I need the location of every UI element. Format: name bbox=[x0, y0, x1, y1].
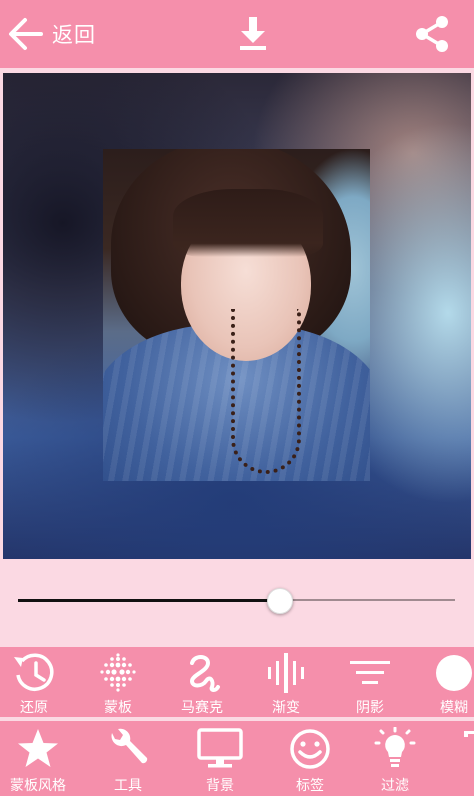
tool-restore[interactable]: 还原 bbox=[0, 647, 74, 717]
tool-mask-style[interactable]: 蒙板风格 bbox=[0, 721, 78, 796]
tool-filter[interactable]: 过滤 bbox=[355, 721, 435, 796]
tool-label: 标签 bbox=[296, 778, 324, 794]
back-label: 返回 bbox=[52, 23, 96, 47]
mask-dots-icon bbox=[100, 653, 136, 692]
back-button[interactable]: 返回 bbox=[6, 14, 96, 54]
tool-label: 蒙板风格 bbox=[10, 778, 66, 794]
tool-mosaic[interactable]: 马赛克 bbox=[162, 647, 242, 717]
tool-bar-secondary: 蒙板风格 工具 背景 标签 过滤 bbox=[0, 721, 474, 796]
partial-icon bbox=[464, 731, 474, 737]
slider-track[interactable] bbox=[18, 598, 455, 602]
slider-fill bbox=[18, 598, 281, 602]
restore-history-icon bbox=[14, 653, 54, 691]
download-icon[interactable] bbox=[234, 14, 272, 52]
arrow-left-icon bbox=[9, 18, 43, 50]
wrench-icon bbox=[111, 728, 148, 764]
tool-label: 还原 bbox=[20, 700, 48, 716]
tool-bar-primary: 还原 蒙板 马赛克 渐变 阴影 模糊 bbox=[0, 647, 474, 717]
slider-thumb[interactable] bbox=[267, 588, 294, 614]
tool-label: 过滤 bbox=[381, 778, 409, 794]
shadow-lines-icon bbox=[350, 661, 390, 684]
smiley-icon bbox=[290, 729, 330, 769]
tool-label: 蒙板 bbox=[104, 700, 132, 716]
tool-tools[interactable]: 工具 bbox=[88, 721, 168, 796]
header-divider bbox=[0, 68, 474, 72]
monitor-icon bbox=[197, 728, 243, 768]
photo-bangs bbox=[173, 189, 323, 257]
tool-label: 渐变 bbox=[272, 700, 300, 716]
tool-shadow[interactable]: 阴影 bbox=[330, 647, 410, 717]
tool-background[interactable]: 背景 bbox=[180, 721, 260, 796]
tool-more-partial[interactable] bbox=[446, 721, 474, 796]
tool-stickers[interactable]: 标签 bbox=[270, 721, 350, 796]
photo-necklace bbox=[231, 309, 301, 474]
tool-blur[interactable]: 模糊 bbox=[414, 647, 474, 717]
blur-circle-icon bbox=[436, 655, 472, 691]
editing-canvas[interactable] bbox=[3, 73, 471, 559]
slider-area bbox=[0, 561, 474, 645]
tool-label: 背景 bbox=[206, 778, 234, 794]
tool-label: 阴影 bbox=[356, 700, 384, 716]
top-bar: 返回 bbox=[0, 0, 474, 68]
tool-label: 工具 bbox=[114, 778, 142, 794]
tool-label: 模糊 bbox=[440, 700, 468, 716]
tool-label: 马赛克 bbox=[181, 700, 223, 716]
star-icon bbox=[18, 729, 58, 767]
photo-image[interactable] bbox=[103, 149, 370, 481]
share-icon[interactable] bbox=[412, 14, 452, 54]
tool-mask[interactable]: 蒙板 bbox=[78, 647, 158, 717]
gradient-bars-icon bbox=[268, 653, 304, 693]
mosaic-squiggle-icon bbox=[189, 655, 220, 692]
tool-gradient[interactable]: 渐变 bbox=[246, 647, 326, 717]
lightbulb-icon bbox=[374, 727, 416, 767]
